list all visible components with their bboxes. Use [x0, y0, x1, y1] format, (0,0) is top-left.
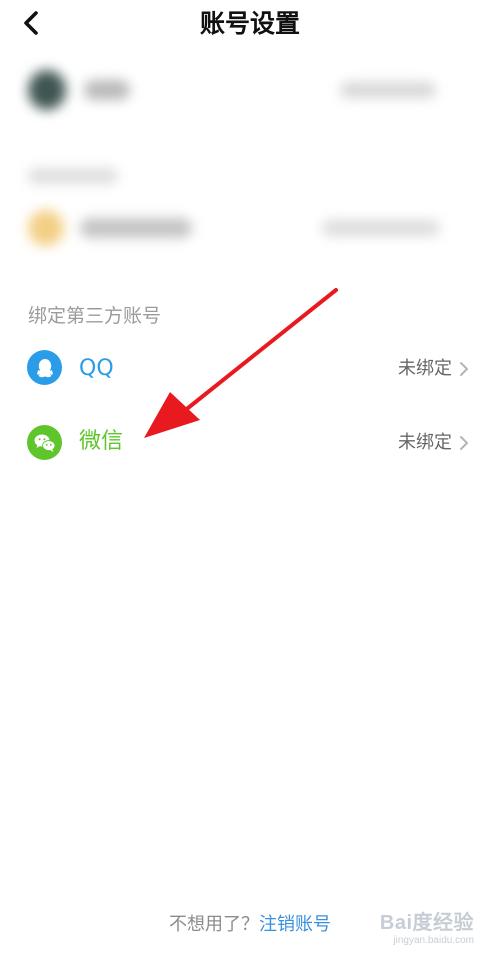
- footer-question: 不想用了？: [169, 914, 259, 935]
- avatar: [28, 70, 66, 110]
- info-value-redacted: [322, 220, 440, 236]
- profile-value-redacted: [340, 82, 436, 98]
- profile-row[interactable]: [26, 66, 466, 116]
- annotation-arrow: [144, 288, 338, 438]
- account-settings-screen: 账号设置 绑定第三方账号 QQ 未绑定 微信 未绑定 不想用了？注销账号 Bai…: [0, 0, 500, 958]
- qq-label: QQ: [79, 356, 114, 381]
- page-title: 账号设置: [199, 9, 300, 38]
- info-label-redacted: [80, 218, 192, 238]
- header: 账号设置: [0, 0, 500, 48]
- watermark-url: jingyan.baidu.com: [393, 935, 474, 946]
- section-label-redacted: [28, 168, 118, 184]
- bind-row-wechat[interactable]: 微信 未绑定: [0, 416, 500, 468]
- baidu-watermark: Bai度经验 jingyan.baidu.com: [380, 906, 474, 946]
- chevron-right-icon: [460, 436, 468, 450]
- cancel-account-link[interactable]: 注销账号: [259, 914, 331, 935]
- info-row[interactable]: [26, 204, 466, 254]
- nickname-redacted: [84, 80, 130, 100]
- bind-section-title: 绑定第三方账号: [28, 305, 162, 327]
- chevron-right-icon: [460, 362, 468, 376]
- wechat-bind-status: 未绑定: [398, 432, 452, 453]
- qq-icon: [27, 350, 62, 385]
- bind-row-qq[interactable]: QQ 未绑定: [0, 342, 500, 394]
- wechat-icon: [27, 425, 62, 460]
- qq-bind-status: 未绑定: [398, 358, 452, 379]
- info-icon: [28, 210, 64, 246]
- wechat-label: 微信: [79, 429, 124, 454]
- watermark-logo: Bai度经验: [379, 912, 474, 934]
